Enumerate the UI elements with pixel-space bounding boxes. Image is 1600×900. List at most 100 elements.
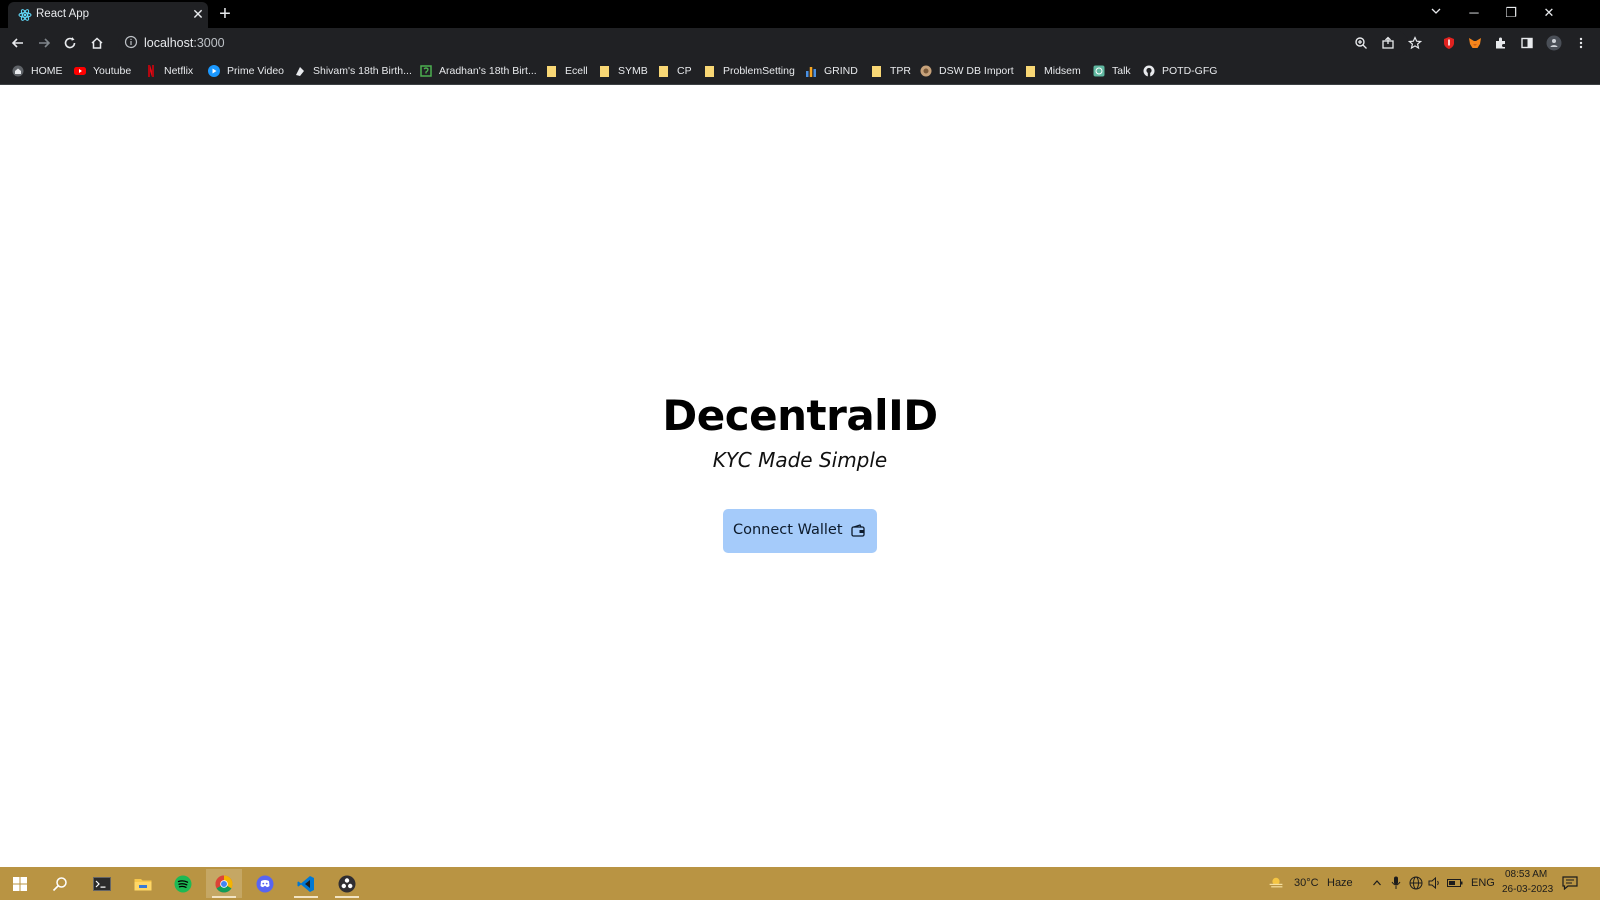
start-windows-icon[interactable] bbox=[2, 869, 38, 898]
bookmark-tpr[interactable]: TPR bbox=[871, 63, 911, 79]
bookmark-label: Youtube bbox=[93, 65, 132, 77]
back-icon[interactable] bbox=[7, 32, 29, 54]
tab-search-icon[interactable] bbox=[1425, 2, 1447, 24]
bookmark-label: Talk bbox=[1112, 65, 1131, 77]
reload-icon[interactable] bbox=[59, 32, 81, 54]
obs-studio-icon[interactable] bbox=[329, 869, 365, 898]
folder-icon bbox=[546, 65, 558, 77]
bookmark-label: ProblemSetting bbox=[723, 65, 795, 77]
bookmark-prime-video[interactable]: Prime Video bbox=[208, 63, 284, 79]
metamask-fox-icon[interactable] bbox=[1464, 32, 1486, 54]
folder-icon bbox=[1025, 65, 1037, 77]
weather-haze-icon[interactable] bbox=[1268, 875, 1284, 891]
url-host: localhost bbox=[144, 36, 194, 50]
vscode-icon[interactable] bbox=[288, 869, 324, 898]
netflix-icon bbox=[145, 65, 157, 77]
folder-icon bbox=[658, 65, 670, 77]
url-text: localhost:3000 bbox=[144, 36, 225, 50]
new-tab-button[interactable]: + bbox=[214, 3, 236, 25]
chat-icon bbox=[1093, 65, 1105, 77]
terminal-icon[interactable] bbox=[84, 869, 120, 898]
zoom-icon[interactable] bbox=[1350, 32, 1372, 54]
browser-toolbar: localhost:3000 bbox=[0, 28, 1600, 58]
bookmark-potd-gfg[interactable]: POTD-GFG bbox=[1143, 63, 1217, 79]
bookmark-label: Prime Video bbox=[227, 65, 285, 77]
bookmark-home[interactable]: HOME bbox=[12, 63, 63, 79]
globe-icon bbox=[920, 65, 932, 77]
folder-icon bbox=[704, 65, 716, 77]
spotify-icon[interactable] bbox=[165, 869, 201, 898]
tab-close-icon[interactable]: ✕ bbox=[190, 6, 206, 22]
bookmark-ecell[interactable]: Ecell bbox=[546, 63, 588, 79]
bookmark-label: Ecell bbox=[565, 65, 588, 77]
bookmark-aradhans-birthday[interactable]: Aradhan's 18th Birt... bbox=[420, 63, 537, 79]
connect-wallet-button[interactable]: Connect Wallet bbox=[723, 509, 877, 553]
connect-wallet-label: Connect Wallet bbox=[733, 522, 843, 538]
volume-icon[interactable] bbox=[1427, 875, 1443, 891]
bookmark-label: HOME bbox=[31, 65, 63, 77]
chevron-up-icon[interactable] bbox=[1369, 875, 1385, 891]
close-window-button[interactable]: ✕ bbox=[1538, 2, 1560, 24]
youtube-icon bbox=[74, 65, 86, 77]
forward-icon[interactable] bbox=[33, 32, 55, 54]
bookmark-label: Aradhan's 18th Birt... bbox=[439, 65, 537, 77]
folder-icon bbox=[871, 65, 883, 77]
page-icon bbox=[294, 65, 306, 77]
bookmark-netflix[interactable]: Netflix bbox=[145, 63, 193, 79]
star-icon[interactable] bbox=[1404, 32, 1426, 54]
bookmark-label: POTD-GFG bbox=[1162, 65, 1218, 77]
extensions-puzzle-icon[interactable] bbox=[1490, 32, 1512, 54]
clock-date[interactable]: 26-03-2023 bbox=[1502, 884, 1553, 895]
react-icon bbox=[18, 8, 32, 22]
active-indicator bbox=[335, 896, 359, 898]
notification-center-icon[interactable] bbox=[1562, 875, 1578, 891]
menu-kebab-icon[interactable] bbox=[1570, 32, 1592, 54]
restore-button[interactable]: ❐ bbox=[1500, 2, 1522, 24]
wallet-icon bbox=[851, 524, 865, 538]
home-icon[interactable] bbox=[86, 32, 108, 54]
site-info-icon[interactable] bbox=[124, 35, 138, 49]
bookmark-youtube[interactable]: Youtube bbox=[74, 63, 131, 79]
weather-temp: 30°C bbox=[1294, 877, 1319, 889]
share-icon[interactable] bbox=[1377, 32, 1399, 54]
browser-tab[interactable]: React App ✕ bbox=[8, 2, 208, 28]
folder-icon bbox=[599, 65, 611, 77]
chart-icon bbox=[805, 65, 817, 77]
bookmark-talk[interactable]: Talk bbox=[1093, 63, 1131, 79]
discord-icon[interactable] bbox=[247, 869, 283, 898]
bookmark-grind[interactable]: GRIND bbox=[805, 63, 858, 79]
active-indicator bbox=[294, 896, 318, 898]
bookmark-problemsetting[interactable]: ProblemSetting bbox=[704, 63, 795, 79]
minimize-button[interactable]: ─ bbox=[1463, 2, 1485, 24]
clock-time[interactable]: 08:53 AM bbox=[1505, 869, 1547, 880]
page-title: DecentralID bbox=[662, 391, 938, 440]
file-explorer-icon[interactable] bbox=[125, 869, 161, 898]
bookmark-label: TPR bbox=[890, 65, 911, 77]
ad-block-extension-icon[interactable] bbox=[1438, 32, 1460, 54]
chrome-icon[interactable] bbox=[206, 869, 242, 898]
page-content: DecentralID KYC Made Simple Connect Wall… bbox=[0, 85, 1600, 867]
side-panel-icon[interactable] bbox=[1516, 32, 1538, 54]
profile-avatar[interactable] bbox=[1543, 32, 1565, 54]
battery-icon[interactable] bbox=[1447, 875, 1463, 891]
bookmark-label: Shivam's 18th Birth... bbox=[313, 65, 412, 77]
bookmark-cp[interactable]: CP bbox=[658, 63, 692, 79]
bookmark-symb[interactable]: SYMB bbox=[599, 63, 648, 79]
microphone-icon[interactable] bbox=[1388, 875, 1404, 891]
bookmark-shivams-birthday[interactable]: Shivam's 18th Birth... bbox=[294, 63, 412, 79]
taskbar: 30°C Haze ENG 08:53 AM 26-03-2023 bbox=[0, 867, 1600, 900]
bookmark-label: DSW DB Import bbox=[939, 65, 1014, 77]
bookmark-label: GRIND bbox=[824, 65, 858, 77]
bookmark-label: Midsem bbox=[1044, 65, 1081, 77]
tab-title: React App bbox=[36, 8, 90, 20]
search-icon[interactable] bbox=[42, 869, 78, 898]
language-indicator[interactable]: ENG bbox=[1471, 877, 1495, 889]
weather-condition: Haze bbox=[1327, 877, 1353, 889]
bookmark-label: SYMB bbox=[618, 65, 648, 77]
bookmarks-bar: HOME Youtube Netflix Prime Video Shivam'… bbox=[0, 58, 1600, 85]
address-bar[interactable]: localhost:3000 bbox=[118, 30, 1408, 56]
bookmark-midsem[interactable]: Midsem bbox=[1025, 63, 1081, 79]
network-globe-icon[interactable] bbox=[1408, 875, 1424, 891]
bookmark-dsw-db-import[interactable]: DSW DB Import bbox=[920, 63, 1014, 79]
github-icon bbox=[1143, 65, 1155, 77]
